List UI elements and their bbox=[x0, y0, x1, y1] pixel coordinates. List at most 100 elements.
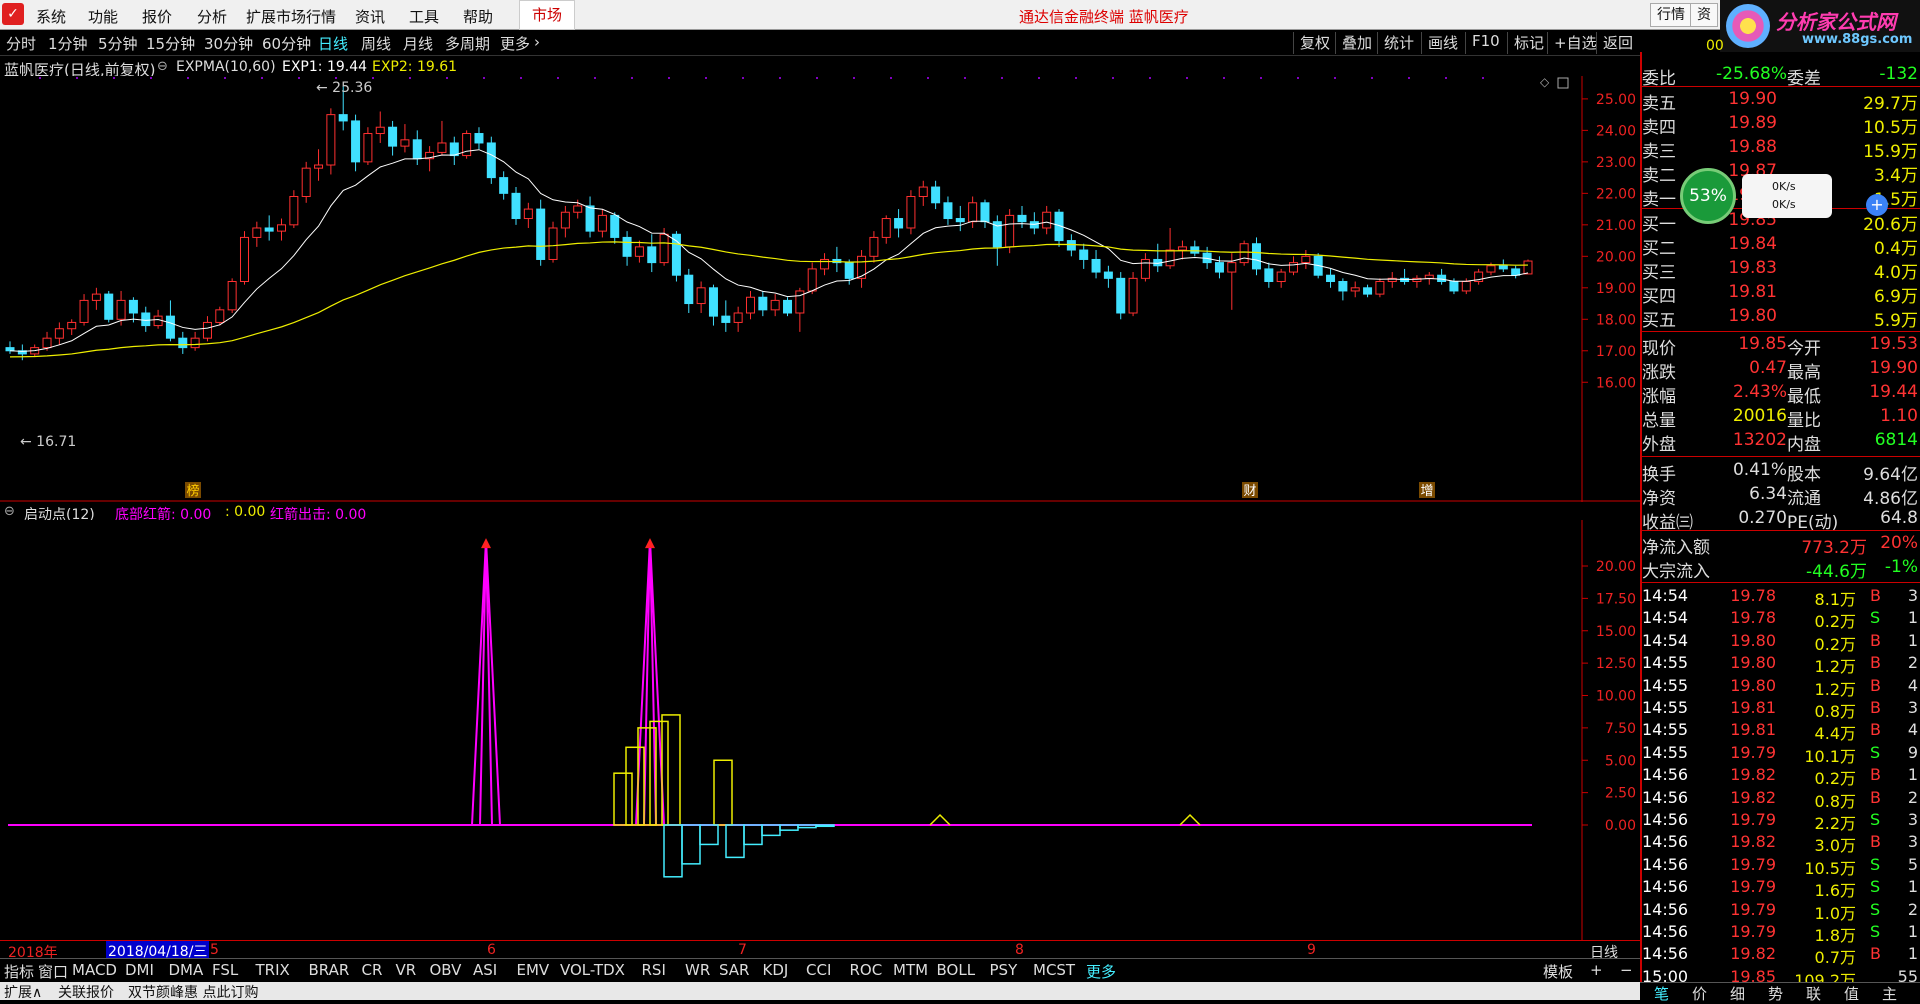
indicator-tab-emv[interactable]: EMV bbox=[517, 961, 550, 979]
quote-tab-3[interactable]: 势 bbox=[1768, 983, 1783, 1004]
quote-tab-1[interactable]: 价 bbox=[1692, 983, 1707, 1004]
event-dot bbox=[1001, 77, 1003, 79]
indicator-tab-wr[interactable]: WR bbox=[685, 961, 710, 979]
indicator-tab-trix[interactable]: TRIX bbox=[256, 961, 290, 979]
indicator-tab-指标[interactable]: 指标 bbox=[4, 961, 34, 982]
indicator-name[interactable]: EXPMA(10,60) bbox=[176, 59, 276, 75]
template-button[interactable]: 模板 bbox=[1543, 961, 1573, 982]
info-button[interactable]: 资 bbox=[1690, 3, 1718, 27]
tool-fuquan[interactable]: 复权 bbox=[1293, 32, 1330, 54]
period-tab-intraday[interactable]: 分时 bbox=[6, 33, 36, 54]
event-dot bbox=[631, 77, 633, 79]
candlestick-chart[interactable]: 25.00 24.00 23.00 22.00 21.00 20.00 19.00 18.00… bbox=[0, 76, 1640, 502]
candle-body bbox=[474, 133, 484, 144]
period-tab-15min[interactable]: 15分钟 bbox=[146, 33, 195, 54]
flow-row: 净流入额 773.2万 20% bbox=[1642, 533, 1918, 558]
plus-icon[interactable]: + bbox=[1866, 194, 1888, 216]
event-dot bbox=[1075, 77, 1077, 79]
status-promo[interactable]: 双节颜峰惠 点此订购 bbox=[128, 982, 258, 1002]
indicator-tab-vol-tdx[interactable]: VOL-TDX bbox=[560, 961, 625, 979]
tool-add-watchlist[interactable]: +自选 bbox=[1547, 32, 1597, 54]
indicator-tab-mtm[interactable]: MTM bbox=[893, 961, 928, 979]
tool-mark[interactable]: 标记 bbox=[1507, 32, 1544, 54]
menu-item-system[interactable]: 系统 bbox=[36, 6, 66, 27]
market-button[interactable]: 市场 bbox=[519, 0, 575, 30]
status-expand[interactable]: 扩展∧ bbox=[4, 982, 42, 1002]
sub-y-tick-label: 0.00 bbox=[1605, 818, 1636, 834]
sub-y-tick-label: 7.50 bbox=[1605, 721, 1636, 737]
indicator-tab-brar[interactable]: BRAR bbox=[309, 961, 350, 979]
menu-item-quote[interactable]: 报价 bbox=[142, 6, 172, 27]
indicator-tab-mcst[interactable]: MCST bbox=[1033, 961, 1075, 979]
indicator-tab-vr[interactable]: VR bbox=[396, 961, 417, 979]
menu-item-help[interactable]: 帮助 bbox=[463, 6, 493, 27]
collapse-icon[interactable]: ⊖ bbox=[157, 59, 168, 74]
candle-body bbox=[1042, 211, 1052, 229]
candle-body bbox=[647, 246, 657, 264]
cyan-bar bbox=[815, 824, 835, 828]
indicator-tab-roc[interactable]: ROC bbox=[850, 961, 883, 979]
period-tab-monthly[interactable]: 月线 bbox=[403, 33, 433, 54]
menu-item-news[interactable]: 资讯 bbox=[355, 6, 385, 27]
indicator-tab-obv[interactable]: OBV bbox=[430, 961, 462, 979]
quote-tab-6[interactable]: 主 bbox=[1882, 983, 1897, 1004]
indicator-tab-cci[interactable]: CCI bbox=[806, 961, 831, 979]
add-window-button[interactable]: + bbox=[1590, 961, 1603, 979]
tool-stats[interactable]: 统计 bbox=[1377, 32, 1414, 54]
indicator-tab-sar[interactable]: SAR bbox=[719, 961, 749, 979]
period-tab-more[interactable]: 更多 bbox=[500, 33, 530, 54]
period-tab-60min[interactable]: 60分钟 bbox=[262, 33, 311, 54]
period-tab-weekly[interactable]: 周线 bbox=[361, 33, 391, 54]
period-tab-1min[interactable]: 1分钟 bbox=[48, 33, 88, 54]
candle-body bbox=[227, 281, 237, 311]
menu-item-tools[interactable]: 工具 bbox=[409, 6, 439, 27]
network-widget[interactable]: 53% 0K/s 0K/s + bbox=[1680, 164, 1900, 224]
quote-tab-4[interactable]: 联 bbox=[1806, 983, 1821, 1004]
tool-overlay[interactable]: 叠加 bbox=[1335, 32, 1372, 54]
status-related-quote[interactable]: 关联报价 bbox=[58, 982, 114, 1002]
indicator-tab-fsl[interactable]: FSL bbox=[212, 961, 238, 979]
indicator-tab-dma[interactable]: DMA bbox=[169, 961, 204, 979]
candle-body bbox=[153, 315, 163, 327]
quote-tab-0[interactable]: 笔 bbox=[1654, 983, 1669, 1004]
period-tab-5min[interactable]: 5分钟 bbox=[98, 33, 138, 54]
quote-tab-2[interactable]: 细 bbox=[1730, 983, 1745, 1004]
menu-item-analysis[interactable]: 分析 bbox=[197, 6, 227, 27]
candle-body bbox=[1350, 287, 1360, 292]
tool-draw[interactable]: 画线 bbox=[1421, 32, 1458, 54]
indicator-tab-cr[interactable]: CR bbox=[362, 961, 383, 979]
tool-back[interactable]: 返回 bbox=[1596, 32, 1633, 54]
indicator-tab-dmi[interactable]: DMI bbox=[125, 961, 154, 979]
chevron-right-icon[interactable]: › bbox=[534, 33, 540, 51]
period-tab-daily[interactable]: 日线 bbox=[318, 33, 348, 54]
indicator-tab-更多[interactable]: 更多 bbox=[1086, 961, 1116, 982]
indicator-tab-boll[interactable]: BOLL bbox=[937, 961, 976, 979]
tool-f10[interactable]: F10 bbox=[1465, 32, 1500, 54]
quote-tab-5[interactable]: 值 bbox=[1844, 983, 1859, 1004]
indicator-tab-kdj[interactable]: KDJ bbox=[763, 961, 789, 979]
indicator-tab-rsi[interactable]: RSI bbox=[642, 961, 666, 979]
remove-window-button[interactable]: − bbox=[1620, 961, 1633, 979]
app-logo-icon[interactable]: ✓ bbox=[2, 3, 24, 25]
indicator-tab-macd[interactable]: MACD bbox=[72, 961, 117, 979]
candle-body bbox=[881, 218, 891, 238]
tick-row: 14:56 19.82 0.2万 B 1 bbox=[1642, 765, 1918, 789]
indicator-tab-asi[interactable]: ASI bbox=[473, 961, 497, 979]
menu-item-extended-market[interactable]: 扩展市场行情 bbox=[246, 6, 336, 27]
event-dot bbox=[224, 77, 226, 79]
candle-body bbox=[1103, 271, 1113, 279]
quote-button[interactable]: 行情 bbox=[1650, 3, 1692, 27]
candle-body bbox=[412, 139, 422, 160]
candle-body bbox=[696, 287, 706, 305]
period-tab-30min[interactable]: 30分钟 bbox=[204, 33, 253, 54]
period-tab-multi[interactable]: 多周期 bbox=[445, 33, 490, 54]
menu-item-function[interactable]: 功能 bbox=[88, 6, 118, 27]
month-9: 9 bbox=[1307, 942, 1316, 958]
indicator-tab-窗口[interactable]: 窗口 bbox=[38, 961, 68, 982]
indicator-chart[interactable]: 20.00 17.50 15.00 12.50 10.00 7.50 5.00 2.50 0.0… bbox=[0, 520, 1640, 940]
sub-collapse-icon[interactable]: ⊖ bbox=[4, 504, 15, 519]
indicator-tab-psy[interactable]: PSY bbox=[990, 961, 1018, 979]
y-tick-label: 17.00 bbox=[1596, 344, 1636, 360]
stat2-row: 收益㈢ 0.270 PE(动) 64.8 bbox=[1642, 508, 1918, 533]
stat-row: 外盘 13202 内盘 6814 bbox=[1642, 430, 1918, 455]
